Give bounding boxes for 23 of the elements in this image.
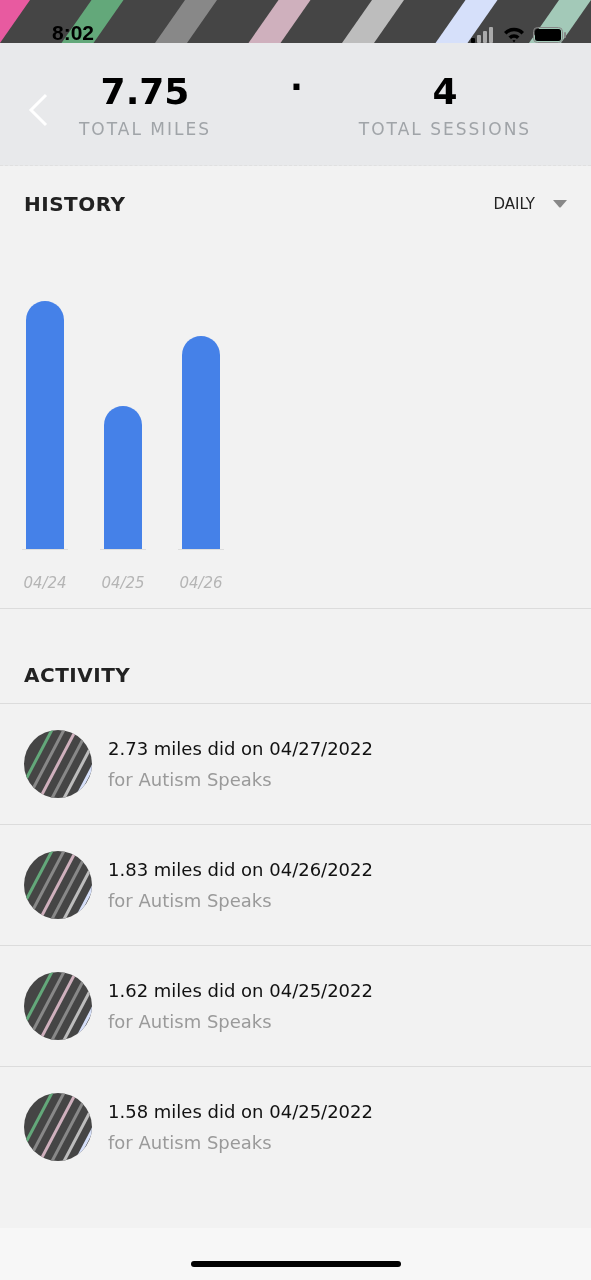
activity-title-text: 2.73 miles did on 04/27/2022 (108, 738, 373, 759)
history-title: HISTORY (24, 192, 126, 216)
total-miles-label: TOTAL MILES (79, 119, 211, 139)
activity-subtitle: for Autism Speaks (108, 1011, 273, 1032)
activity-title-text: 1.62 miles did on 04/25/2022 (108, 980, 373, 1001)
signal-icon (471, 27, 495, 43)
wifi-icon (503, 27, 525, 43)
activity-subtitle: for Autism Speaks (108, 769, 273, 790)
total-sessions-label: TOTAL SESSIONS (358, 119, 532, 139)
activity-subtitle: for Autism Speaks (108, 1132, 273, 1153)
date-label: 04/26 (179, 574, 223, 592)
activity-subtitle: for Autism Speaks (108, 890, 273, 911)
activity-title-text: 1.58 miles did on 04/25/2022 (108, 1101, 373, 1122)
activity-title-text: 1.83 miles did on 04/26/2022 (108, 859, 373, 880)
period-dropdown[interactable]: DAILY (493, 195, 567, 213)
total-miles-value: 7.75 (100, 71, 190, 113)
battery-icon (533, 27, 567, 43)
caret-icon (553, 200, 567, 208)
date-label: 04/25 (101, 574, 145, 592)
total-sessions-value: 4 (432, 71, 458, 113)
date-label: 04/24 (23, 574, 67, 592)
activity-title: ACTIVITY (24, 663, 131, 687)
separator-dot: · (290, 67, 300, 107)
